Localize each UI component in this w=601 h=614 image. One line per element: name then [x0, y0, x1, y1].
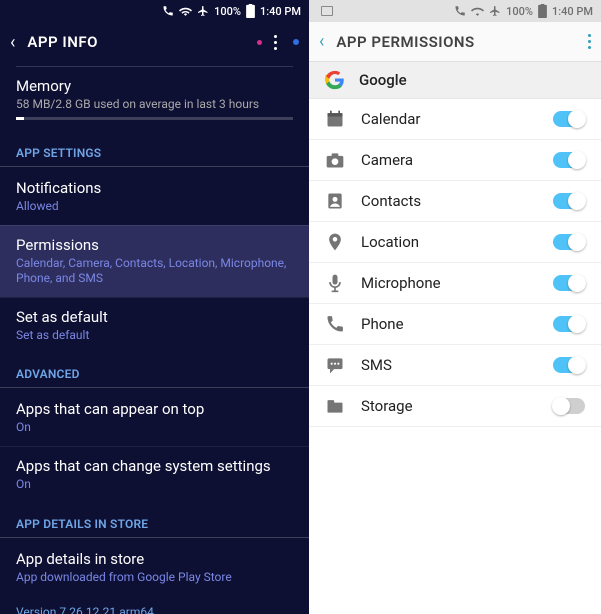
google-logo-icon	[325, 70, 345, 90]
sms-icon	[325, 355, 345, 375]
permission-label: Camera	[361, 151, 537, 169]
section-advanced: ADVANCED	[0, 353, 309, 388]
battery-icon	[538, 4, 547, 18]
contacts-icon	[325, 191, 345, 211]
permission-row-contacts[interactable]: Contacts	[309, 181, 601, 222]
change-settings-label: Apps that can change system settings	[16, 457, 293, 475]
permission-toggle[interactable]	[553, 275, 585, 291]
permissions-row[interactable]: Permissions Calendar, Camera, Contacts, …	[0, 225, 309, 297]
permissions-list: Calendar Camera Contacts Location Microphone…	[309, 99, 601, 427]
store-sub: App downloaded from Google Play Store	[16, 570, 293, 586]
app-identity-row: Google	[309, 62, 601, 99]
notifications-row[interactable]: Notifications Allowed	[0, 169, 309, 225]
permission-row-location[interactable]: Location	[309, 222, 601, 263]
permission-row-camera[interactable]: Camera	[309, 140, 601, 181]
set-default-sub: Set as default	[16, 328, 293, 344]
permission-label: Microphone	[361, 274, 537, 292]
section-store: APP DETAILS IN STORE	[0, 503, 309, 538]
appear-on-top-label: Apps that can appear on top	[16, 400, 293, 418]
permissions-header: ‹ APP PERMISSIONS	[309, 22, 601, 62]
permission-label: Storage	[361, 397, 537, 415]
memory-label: Memory	[16, 77, 293, 95]
permission-row-sms[interactable]: SMS	[309, 345, 601, 386]
app-permissions-screen: 100% 1:40 PM ‹ APP PERMISSIONS Google Ca…	[309, 0, 601, 614]
clock: 1:40 PM	[552, 5, 593, 18]
decorative-dots	[257, 40, 262, 45]
call-icon	[454, 5, 466, 17]
wifi-icon	[471, 6, 484, 16]
card-icon	[321, 6, 333, 16]
permission-label: Calendar	[361, 110, 537, 128]
change-settings-row[interactable]: Apps that can change system settings On	[0, 446, 309, 503]
decorative-dots	[293, 39, 299, 45]
permission-row-storage[interactable]: Storage	[309, 386, 601, 427]
permission-row-phone[interactable]: Phone	[309, 304, 601, 345]
clock: 1:40 PM	[260, 5, 301, 18]
status-bar: 100% 1:40 PM	[0, 0, 309, 22]
airplane-icon	[489, 5, 501, 17]
battery-percent: 100%	[214, 5, 241, 18]
back-icon[interactable]: ‹	[10, 32, 15, 53]
app-info-screen: 100% 1:40 PM ‹ APP INFO Memory 58 MB/2.8…	[0, 0, 309, 614]
back-icon[interactable]: ‹	[319, 31, 324, 52]
permission-label: Location	[361, 233, 537, 251]
memory-sub: 58 MB/2.8 GB used on average in last 3 h…	[16, 97, 293, 111]
airplane-icon	[197, 5, 209, 17]
battery-percent: 100%	[506, 5, 533, 18]
set-default-row[interactable]: Set as default Set as default	[0, 297, 309, 354]
notifications-sub: Allowed	[16, 199, 293, 215]
version-text: Version 7.26.12.21.arm64	[0, 595, 309, 614]
camera-icon	[325, 150, 345, 170]
permission-toggle[interactable]	[553, 193, 585, 209]
battery-icon	[246, 4, 255, 18]
permission-label: Phone	[361, 315, 537, 333]
page-title: APP INFO	[27, 33, 98, 51]
permission-toggle[interactable]	[553, 111, 585, 127]
appear-on-top-row[interactable]: Apps that can appear on top On	[0, 390, 309, 446]
permission-toggle[interactable]	[553, 398, 585, 414]
wifi-icon	[179, 6, 192, 16]
calendar-icon	[325, 109, 345, 129]
permission-label: SMS	[361, 356, 537, 374]
permissions-sub: Calendar, Camera, Contacts, Location, Mi…	[16, 256, 293, 287]
page-title: APP PERMISSIONS	[336, 33, 474, 51]
change-settings-sub: On	[16, 477, 293, 493]
appear-on-top-sub: On	[16, 420, 293, 436]
store-row[interactable]: App details in store App downloaded from…	[0, 540, 309, 596]
memory-bar	[16, 117, 293, 120]
permission-row-microphone[interactable]: Microphone	[309, 263, 601, 304]
call-icon	[162, 5, 174, 17]
permission-label: Contacts	[361, 192, 537, 210]
permission-toggle[interactable]	[553, 316, 585, 332]
store-label: App details in store	[16, 550, 293, 568]
status-bar: 100% 1:40 PM	[309, 0, 601, 22]
section-app-settings: APP SETTINGS	[0, 132, 309, 167]
permission-toggle[interactable]	[553, 357, 585, 373]
storage-icon	[325, 396, 345, 416]
set-default-label: Set as default	[16, 308, 293, 326]
app-info-header: ‹ APP INFO	[0, 22, 309, 62]
permission-toggle[interactable]	[553, 234, 585, 250]
phone-icon	[325, 314, 345, 334]
memory-row[interactable]: Memory 58 MB/2.8 GB used on average in l…	[0, 67, 309, 132]
notifications-label: Notifications	[16, 179, 293, 197]
location-icon	[325, 232, 345, 252]
app-name: Google	[359, 71, 407, 89]
permission-row-calendar[interactable]: Calendar	[309, 99, 601, 140]
permission-toggle[interactable]	[553, 152, 585, 168]
microphone-icon	[325, 273, 345, 293]
permissions-label: Permissions	[16, 236, 293, 254]
more-menu-icon[interactable]	[588, 34, 591, 49]
more-menu-icon[interactable]	[274, 35, 277, 50]
